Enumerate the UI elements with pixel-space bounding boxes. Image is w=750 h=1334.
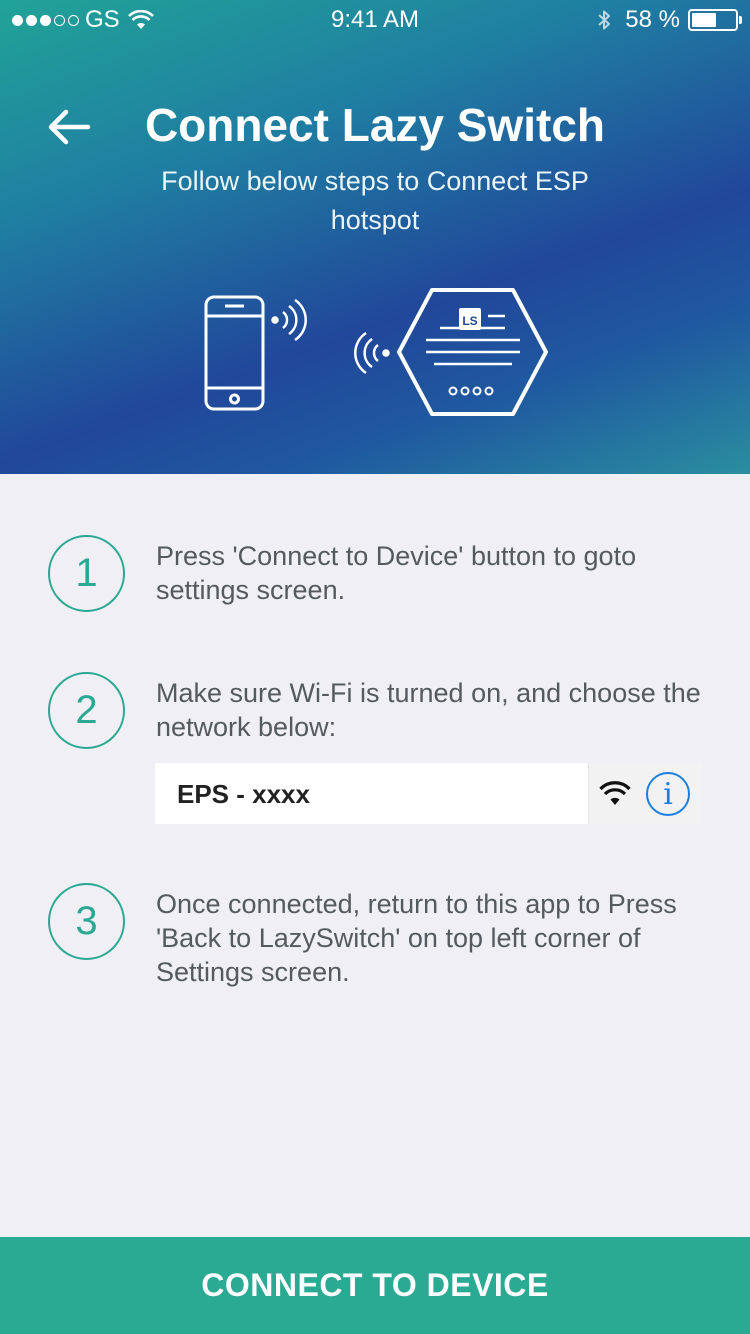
wifi-icon bbox=[599, 781, 631, 805]
device-signal-icon bbox=[354, 331, 390, 375]
battery-fill bbox=[692, 13, 716, 27]
page-title: Connect Lazy Switch bbox=[144, 99, 606, 151]
lazy-switch-device-icon: LS bbox=[397, 288, 548, 416]
connection-illustration: LS bbox=[204, 288, 548, 416]
step-number: 1 bbox=[48, 535, 125, 612]
connect-to-device-button[interactable]: CONNECT TO DEVICE bbox=[0, 1237, 750, 1334]
step-text: Once connected, return to this app to Pr… bbox=[156, 889, 677, 987]
page-subtitle: Follow below steps to Connect ESP hotspo… bbox=[161, 166, 589, 235]
network-name: EPS - xxxx bbox=[177, 779, 310, 809]
device-logo: LS bbox=[462, 314, 477, 328]
step-number: 3 bbox=[48, 883, 125, 960]
network-row[interactable]: EPS - xxxx i bbox=[155, 763, 702, 824]
status-bar: GS 9:41 AM 58 % bbox=[0, 0, 750, 40]
info-icon[interactable]: i bbox=[646, 772, 690, 816]
status-right: 58 % bbox=[597, 6, 742, 34]
battery-percent: 58 % bbox=[625, 6, 680, 33]
phone-signal-icon bbox=[271, 298, 307, 342]
step-text: Press 'Connect to Device' button to goto… bbox=[156, 541, 637, 605]
phone-icon bbox=[204, 295, 265, 411]
step-text: Make sure Wi-Fi is turned on, and choose… bbox=[156, 678, 701, 742]
network-icons: i bbox=[588, 763, 702, 824]
step-number: 2 bbox=[48, 672, 125, 749]
battery-icon bbox=[688, 9, 742, 31]
bluetooth-icon bbox=[598, 10, 611, 30]
header: GS 9:41 AM 58 % Connect Lazy Switch Foll… bbox=[0, 0, 750, 474]
